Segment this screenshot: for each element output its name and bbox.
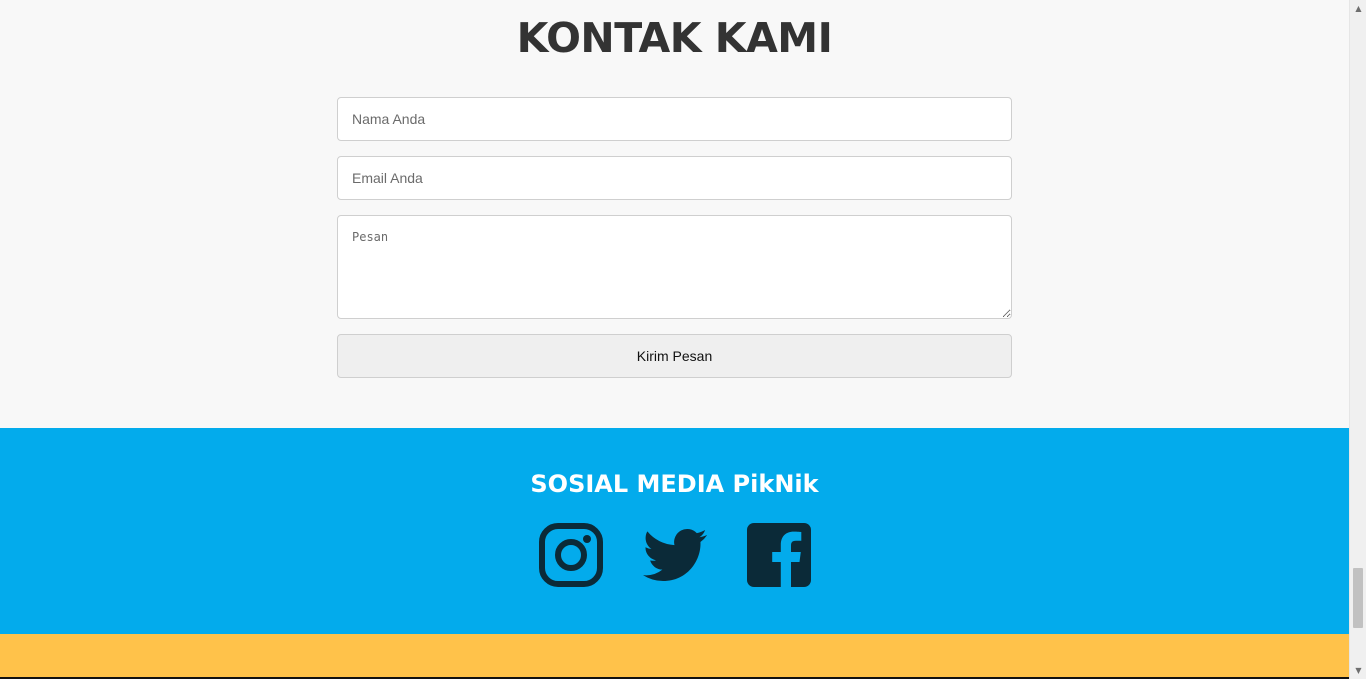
vertical-scrollbar[interactable]: ▲ ▼ bbox=[1349, 0, 1366, 679]
contact-title: KONTAK KAMI bbox=[516, 14, 833, 62]
instagram-icon[interactable] bbox=[539, 523, 603, 587]
scroll-up-arrow-icon[interactable]: ▲ bbox=[1350, 0, 1366, 17]
facebook-icon[interactable] bbox=[747, 523, 811, 587]
name-input[interactable] bbox=[337, 97, 1012, 141]
page: KONTAK KAMI Kirim Pesan SOSIAL MEDIA Pik… bbox=[0, 0, 1349, 679]
message-textarea[interactable] bbox=[337, 215, 1012, 319]
twitter-icon[interactable] bbox=[643, 523, 707, 587]
scrollbar-thumb[interactable] bbox=[1353, 568, 1363, 628]
email-input[interactable] bbox=[337, 156, 1012, 200]
footer-bar bbox=[0, 634, 1349, 679]
social-title: SOSIAL MEDIA PikNik bbox=[530, 470, 819, 498]
contact-section: KONTAK KAMI Kirim Pesan bbox=[0, 0, 1349, 428]
social-section: SOSIAL MEDIA PikNik bbox=[0, 428, 1349, 634]
submit-button[interactable]: Kirim Pesan bbox=[337, 334, 1012, 378]
scroll-down-arrow-icon[interactable]: ▼ bbox=[1350, 662, 1366, 679]
